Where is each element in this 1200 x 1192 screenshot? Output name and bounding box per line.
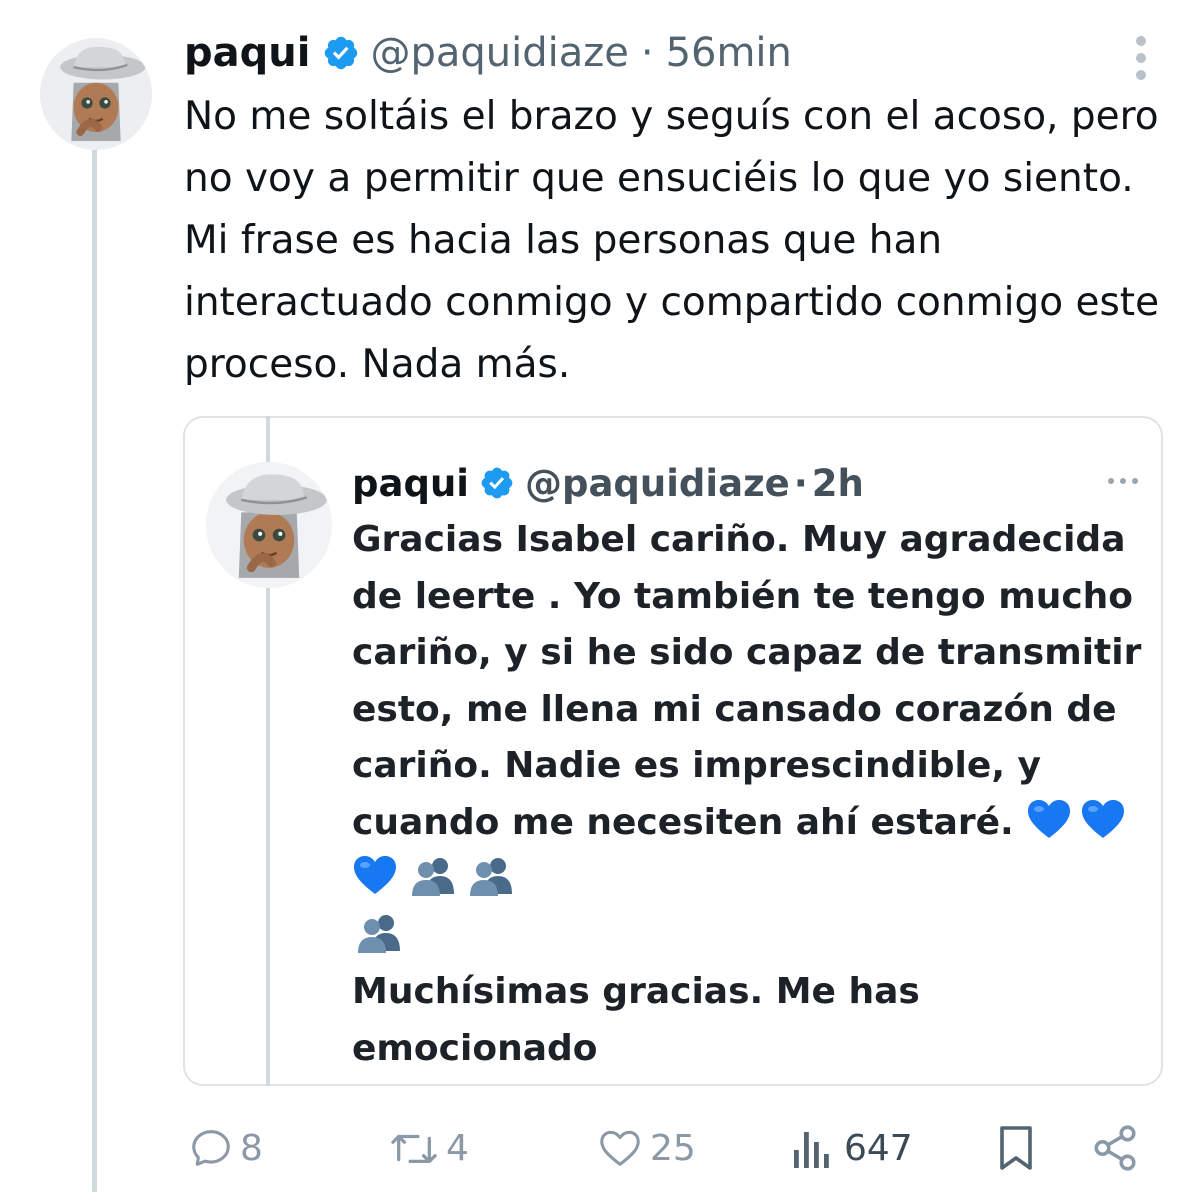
author-name[interactable]: paqui [184,30,310,76]
avatar[interactable] [40,38,152,150]
timestamp[interactable]: 56min [666,30,792,76]
blue-heart-icon [1028,799,1071,838]
action-bar: 8 4 25 647 [0,1118,1200,1178]
quoted-author-name[interactable]: paqui [352,462,469,505]
busts-in-silhouette-icon [358,914,400,953]
separator-dot: · [640,30,654,76]
blue-heart-icon [354,856,396,894]
more-horizontal-icon[interactable] [1108,478,1138,484]
verified-badge-icon [325,36,358,70]
thread-line [92,150,97,1192]
tweet-text: No me soltáis el brazo y seguís con el a… [184,94,1160,387]
share-button[interactable] [1090,1118,1140,1178]
quoted-text-main: Gracias Isabel cariño. Muy agradecida de… [352,519,1142,843]
memoji-avatar-icon [206,462,332,588]
like-button[interactable]: 25 [596,1118,696,1178]
tweet-page: paqui @paquidiaze · 56min No me soltáis … [0,0,1200,1192]
repost-button[interactable]: 4 [388,1118,469,1178]
blue-heart-icon [1082,799,1125,838]
heart-icon [600,1130,640,1166]
reply-count: 8 [240,1127,263,1169]
like-count: 25 [650,1127,696,1169]
verified-badge-icon [481,467,513,499]
bookmark-icon [1000,1126,1032,1170]
busts-in-silhouette-icon [412,858,454,896]
quoted-timestamp[interactable]: 2h [812,462,864,505]
bookmark-button[interactable] [998,1118,1034,1178]
reply-button[interactable]: 8 [188,1118,263,1178]
repost-count: 4 [446,1127,469,1169]
tweet-header: paqui @paquidiaze · 56min [184,26,792,80]
quoted-author-handle[interactable]: @paquidiaze [525,462,790,505]
more-vertical-icon[interactable] [1128,36,1154,80]
views-icon [794,1132,829,1168]
quoted-text-end: Muchísimas gracias. Me has emocionado [352,971,920,1069]
views-count: 647 [844,1127,913,1169]
memoji-avatar-icon [40,38,152,150]
repost-icon [391,1134,437,1164]
quoted-avatar[interactable] [206,462,332,588]
reply-icon [192,1130,230,1166]
quoted-tweet-text: Gracias Isabel cariño. Muy agradecida de… [352,512,1142,1077]
author-handle[interactable]: @paquidiaze [370,30,628,76]
quoted-tweet-header: paqui @paquidiaze · 2h [352,458,864,508]
share-icon [1094,1125,1136,1171]
separator-dot: · [793,461,808,505]
busts-in-silhouette-icon [470,858,512,896]
views-button[interactable]: 647 [792,1118,913,1178]
